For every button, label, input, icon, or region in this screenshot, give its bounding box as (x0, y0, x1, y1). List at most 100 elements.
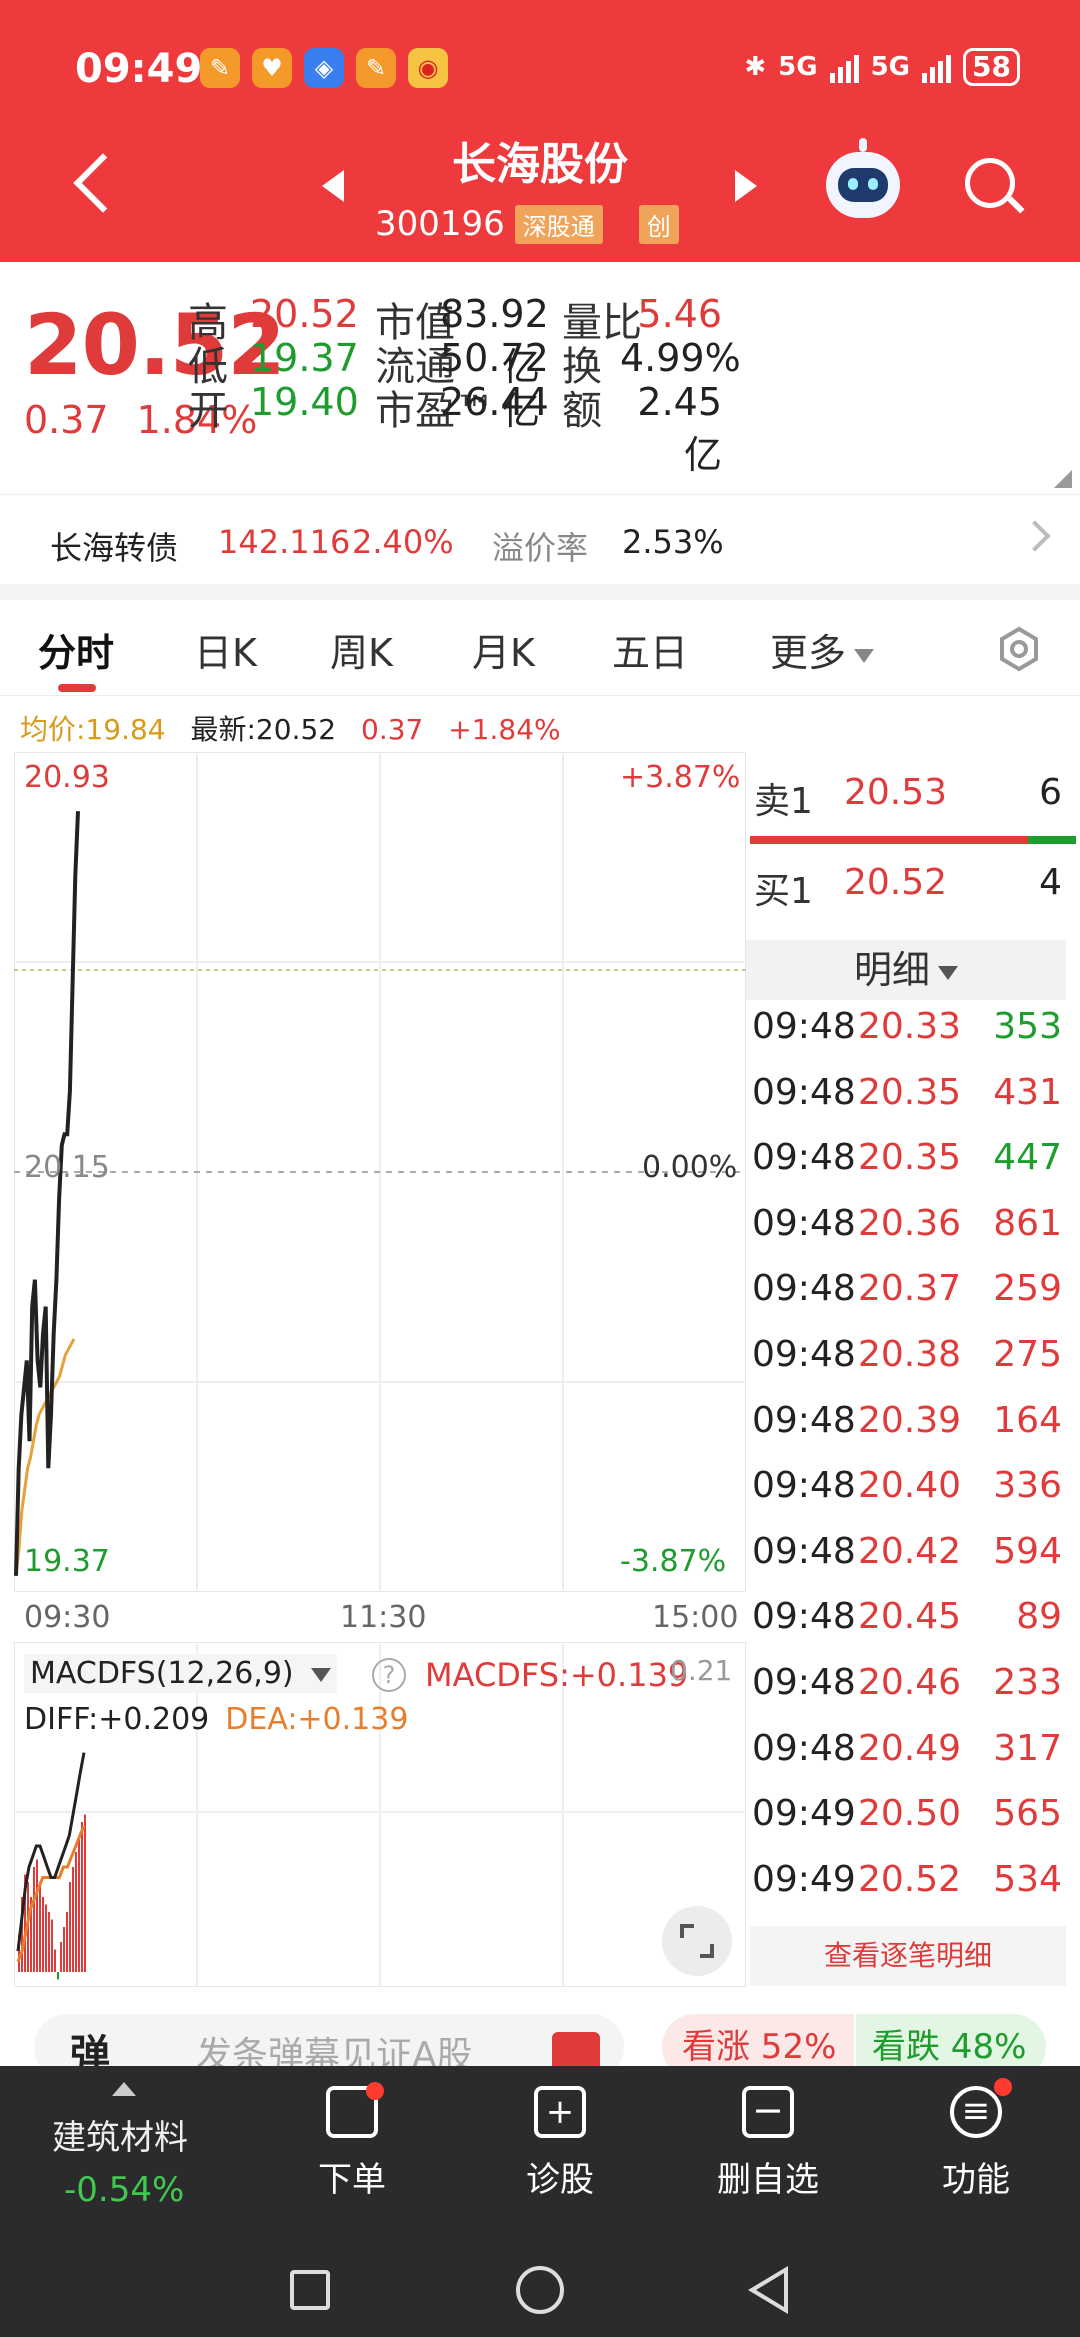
section-divider (0, 584, 1080, 600)
fullscreen-icon[interactable] (662, 1906, 732, 1976)
settings-icon[interactable] (996, 626, 1042, 672)
tab-daily-k[interactable]: 日K (194, 622, 257, 677)
stock-code-row: 300196 深股通 创 (375, 204, 679, 244)
trade-row: 09:48 20.35 431 (752, 1072, 1068, 1138)
macd-indicator-selector[interactable]: MACDFS(12,26,9) (24, 1654, 338, 1693)
tab-intraday[interactable]: 分时 (38, 622, 114, 677)
volume-ratio-value: 5.46 (637, 292, 722, 336)
trade-detail-selector[interactable]: 明细 (746, 940, 1066, 1000)
trade-time: 09:49 (752, 1858, 856, 1900)
trade-row: 09:48 20.40 336 (752, 1465, 1068, 1531)
tab-monthly-k[interactable]: 月K (472, 622, 535, 677)
intraday-chart[interactable] (14, 752, 746, 1592)
ask-label: 卖1 (754, 781, 813, 822)
next-stock-button[interactable] (735, 170, 757, 202)
notification-dot (994, 2078, 1012, 2096)
macd-bar (36, 1859, 38, 1972)
diff-value: DIFF:+0.209 (24, 1702, 210, 1737)
trade-time: 09:48 (752, 1465, 856, 1507)
view-tick-details-button[interactable]: 查看逐笔明细 (750, 1926, 1066, 1986)
order-button[interactable]: 下单 (282, 2082, 422, 2201)
trade-row: 09:48 20.36 861 (752, 1203, 1068, 1269)
bid-price: 20.52 (844, 862, 948, 903)
status-time: 09:49 (75, 46, 203, 92)
trade-time: 09:48 (752, 1006, 856, 1047)
status-bar: 09:49 ✎ ♥ ◈ ✎ ◉ ✱ 5G 5G 58 (0, 40, 1080, 100)
recent-apps-icon[interactable] (290, 2270, 330, 2310)
signal-label-1: 5G (778, 52, 818, 82)
bond-name: 长海转债 (50, 529, 179, 567)
ai-assistant-robot-icon[interactable] (826, 138, 900, 218)
menu-circle-icon: ≡ (950, 2078, 1012, 2138)
bid-label: 买1 (754, 871, 813, 912)
turnover-value: 4.99% (620, 336, 741, 380)
bid-1-row[interactable]: 买1 20.52 4 (746, 848, 1080, 918)
y-tick-ref: 20.15 (24, 1150, 110, 1185)
diagnose-plus-icon: + (534, 2086, 586, 2138)
trade-volume: 565 (993, 1793, 1062, 1835)
trade-row: 09:48 20.49 317 (752, 1728, 1068, 1794)
trade-volume: 275 (993, 1334, 1062, 1375)
y-tick-high: 20.93 (24, 760, 110, 795)
y-tick-low: 19.37 (24, 1544, 110, 1579)
notification-dot (366, 2082, 384, 2100)
trade-row: 09:48 20.39 164 (752, 1400, 1068, 1466)
trade-price: 20.38 (858, 1334, 962, 1375)
home-icon[interactable] (516, 2266, 564, 2314)
trade-row: 09:48 20.38 275 (752, 1334, 1068, 1400)
tab-more[interactable]: 更多 (770, 622, 875, 677)
sector-change: -0.54% (64, 2170, 185, 2210)
y-tick-right-low: -3.87% (620, 1544, 727, 1579)
tab-weekly-k[interactable]: 周K (330, 622, 393, 677)
search-icon[interactable] (965, 158, 1025, 218)
trade-time: 09:48 (752, 1268, 856, 1310)
trade-volume: 89 (1016, 1596, 1062, 1638)
order-label: 下单 (318, 2160, 386, 2200)
bond-price: 142.116 (218, 523, 351, 561)
back-button[interactable] (70, 150, 133, 220)
macd-diff-dea: DIFF:+0.209 DEA:+0.139 (24, 1702, 408, 1737)
macd-bar (42, 1897, 44, 1972)
dea-value: DEA:+0.139 (225, 1702, 409, 1737)
intraday-info-line: 均价:19.84 最新:20.52 0.37 +1.84% (20, 708, 577, 748)
functions-label: 功能 (942, 2160, 1010, 2200)
open-label: 开 (188, 388, 228, 434)
change-amount: 0.37 (24, 398, 109, 442)
x-tick-close: 15:00 (652, 1600, 739, 1635)
trade-volume: 317 (993, 1727, 1062, 1769)
bottom-action-bar: 建筑材料 -0.54% 下单 + 诊股 − 删自选 ≡ 功能 (0, 2066, 1080, 2337)
caret-up-icon (112, 2082, 136, 2096)
trade-row: 09:48 20.33 353 (752, 1006, 1068, 1072)
convertible-bond-row[interactable]: 长海转债 142.116 2.40% 溢价率 2.53% (0, 494, 1080, 584)
trade-price: 20.35 (858, 1071, 962, 1113)
y-tick-right-high: +3.87% (620, 760, 741, 795)
trade-time: 09:49 (752, 1793, 856, 1835)
macd-title: MACDFS(12,26,9) (30, 1656, 294, 1691)
tab-five-day[interactable]: 五日 (612, 622, 688, 677)
trade-volume: 233 (993, 1662, 1062, 1703)
expand-corner-icon[interactable] (1054, 470, 1072, 488)
bluetooth-icon: ✱ (744, 52, 767, 82)
macd-bar (51, 1919, 53, 1972)
help-icon[interactable]: ? (372, 1658, 406, 1692)
bid-volume: 4 (1039, 862, 1062, 903)
latest-percent: +1.84% (448, 713, 561, 746)
app-notification-icon-2: ✎ (356, 48, 396, 88)
trade-price: 20.36 (858, 1202, 962, 1244)
trade-volume: 259 (993, 1268, 1062, 1310)
prev-stock-button[interactable] (322, 170, 344, 202)
remove-watchlist-button[interactable]: − 删自选 (698, 2086, 838, 2201)
ask-1-row[interactable]: 卖1 20.53 6 (746, 758, 1080, 828)
diagnose-button[interactable]: + 诊股 (490, 2086, 630, 2201)
macd-bar (39, 1882, 41, 1972)
connect-tag: 深股通 (514, 204, 603, 244)
signal-label-2: 5G (870, 52, 911, 82)
ask-price: 20.53 (844, 772, 948, 813)
signal-bars-icon-2 (922, 51, 952, 83)
low-value: 19.37 (250, 336, 359, 380)
board-tag: 创 (638, 204, 679, 244)
order-form-icon (326, 2082, 384, 2138)
trade-price: 20.37 (858, 1268, 962, 1310)
functions-button[interactable]: ≡ 功能 (906, 2078, 1046, 2201)
macd-bar (33, 1867, 35, 1972)
